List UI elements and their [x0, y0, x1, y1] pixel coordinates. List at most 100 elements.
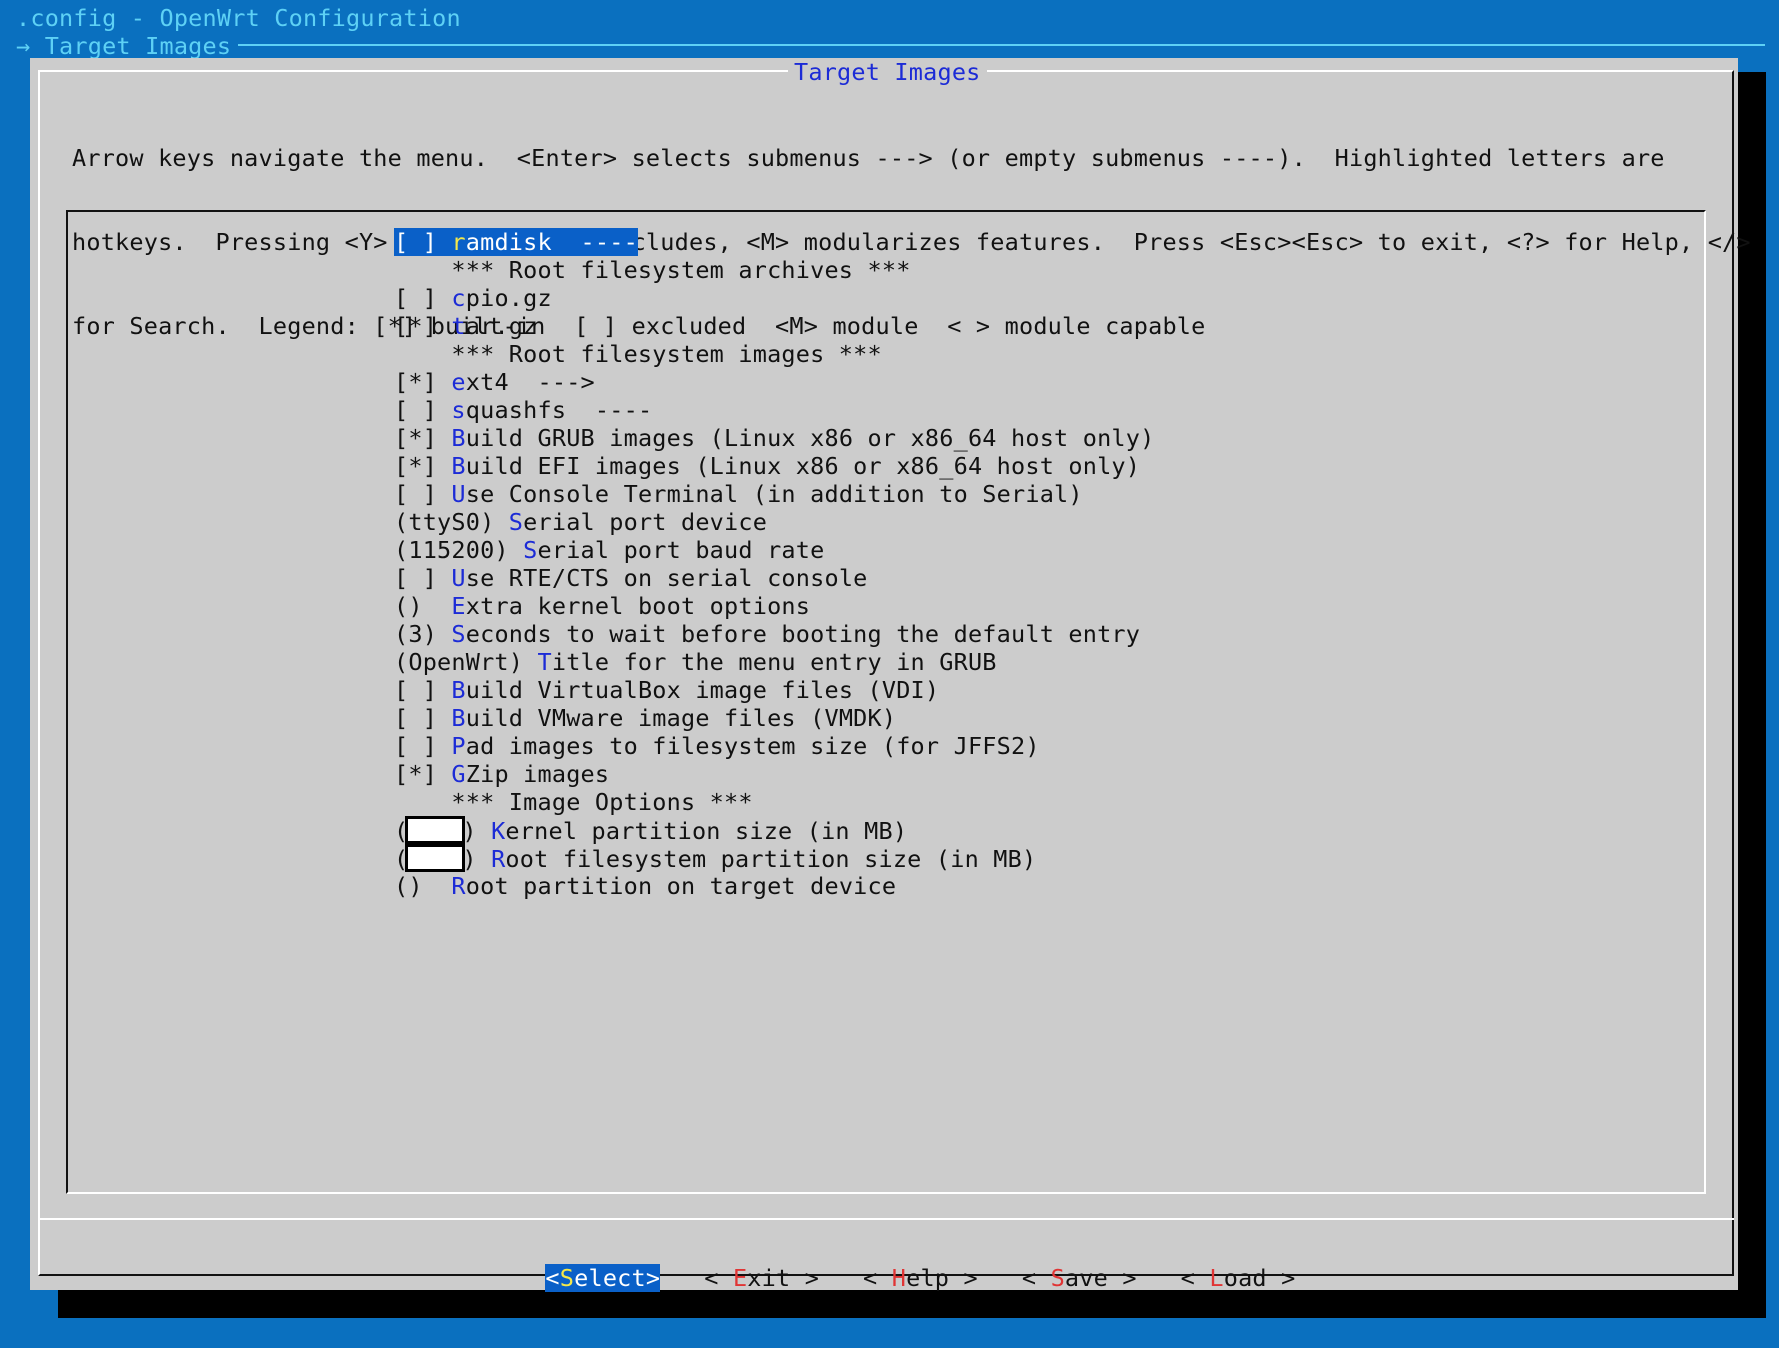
menu-item-value: [ ] [394, 228, 452, 256]
menu-item-label: ernel partition size (in MB) [505, 817, 908, 845]
menuconfig-dialog: Target Images Arrow keys navigate the me… [30, 58, 1751, 1292]
menu-item-label: itle for the menu entry in GRUB [551, 648, 997, 676]
select-button[interactable]: <Select> [545, 1264, 661, 1292]
menu-item-hotkey: E [451, 592, 466, 620]
menu-item[interactable]: [ ] cpio.gz [394, 284, 1154, 312]
menu-item[interactable]: [ ] squashfs ---- [394, 396, 1154, 424]
menu-item-value: (ttyS0) [394, 508, 509, 536]
menu-item[interactable]: () Extra kernel boot options [394, 592, 1154, 620]
menu-item[interactable]: [*] Build EFI images (Linux x86 or x86_6… [394, 452, 1154, 480]
menu-item-hotkey: B [451, 424, 466, 452]
menu-item[interactable]: () Root filesystem partition size (in MB… [394, 844, 1154, 873]
menu-item-label: uild VirtualBox image files (VDI) [465, 676, 940, 704]
selection-highlight: [ ] ramdisk ---- [394, 228, 638, 256]
menu-item[interactable]: () Root partition on target device [394, 872, 1154, 900]
menu-item: *** Image Options *** [394, 788, 1154, 816]
menu-item-value: (OpenWrt) [394, 648, 538, 676]
menu-item-value [394, 256, 451, 284]
menu-item-label: quashfs ---- [465, 396, 653, 424]
menu-item-hotkey: K [491, 817, 506, 845]
menu-item-label: Zip images [465, 760, 610, 788]
menu-item-value: [ ] [394, 732, 452, 760]
menu-item-hotkey: G [451, 760, 466, 788]
menu-item[interactable]: [ ] ramdisk ---- [394, 228, 1154, 256]
menu-item-hotkey: T [537, 648, 552, 676]
menu-item-label: *** Root filesystem images *** [451, 340, 882, 368]
menu-item-hotkey: s [451, 396, 466, 424]
menu-item-value: [*] [394, 424, 452, 452]
menu-item-hotkey: r [451, 228, 466, 256]
empty-value-field[interactable] [405, 816, 466, 844]
menu-item-hotkey: c [451, 284, 466, 312]
menu-item-label: ad images to filesystem size (for JFFS2) [465, 732, 1040, 760]
menu-item-hotkey: U [451, 564, 466, 592]
menu-item-value: [*] [394, 368, 452, 396]
dialog-title: Target Images [788, 58, 987, 86]
menu-item-value: [*] [394, 312, 452, 340]
menu-item-value [394, 788, 451, 816]
save-button[interactable]: < Save > [1022, 1264, 1137, 1292]
menu-item-hotkey: P [451, 732, 466, 760]
menu-item-label: xtra kernel boot options [465, 592, 811, 620]
menu-item-label: erial port baud rate [537, 536, 825, 564]
menu-item-label: ar.gz [465, 312, 538, 340]
menu-item-value [394, 340, 451, 368]
menu-item-value: [*] [394, 760, 452, 788]
menu-item-label: oot partition on target device [465, 872, 897, 900]
menu-item-hotkey: B [451, 452, 466, 480]
menu-item-hotkey: B [451, 704, 466, 732]
menu-item: *** Root filesystem archives *** [394, 256, 1154, 284]
menu-item-hotkey: B [451, 676, 466, 704]
menu-item[interactable]: (OpenWrt) Title for the menu entry in GR… [394, 648, 1154, 676]
menu-item-label: uild VMware image files (VMDK) [465, 704, 897, 732]
menu-item[interactable]: [*] GZip images [394, 760, 1154, 788]
menu-item-value: [ ] [394, 284, 452, 312]
menu-item[interactable]: () Kernel partition size (in MB) [394, 816, 1154, 845]
menu-item[interactable]: [ ] Build VirtualBox image files (VDI) [394, 676, 1154, 704]
menu-item-hotkey: R [451, 872, 466, 900]
load-button[interactable]: < Load > [1181, 1264, 1296, 1292]
button-separator [38, 1218, 1734, 1220]
menu-item-hotkey: S [451, 620, 466, 648]
menu-item-value: [ ] [394, 704, 452, 732]
menu-item-value: [ ] [394, 676, 452, 704]
menu-item[interactable]: [*] tar.gz [394, 312, 1154, 340]
menu-item-value: () [394, 592, 452, 620]
menu-item-label: oot filesystem partition size (in MB) [505, 845, 1037, 873]
menu-box: [ ] ramdisk ---- *** Root filesystem arc… [66, 210, 1706, 1194]
menu-item-label: xt4 ---> [465, 368, 595, 396]
menu-item[interactable]: [*] ext4 ---> [394, 368, 1154, 396]
menu-item[interactable]: [ ] Use RTE/CTS on serial console [394, 564, 1154, 592]
menu-item-value: ) [462, 845, 492, 873]
breadcrumb-rule [238, 44, 1765, 46]
menu-item-hotkey: t [451, 312, 466, 340]
menu-item-hotkey: S [523, 536, 538, 564]
menu-item-label: se Console Terminal (in addition to Seri… [465, 480, 1083, 508]
menu-item-label: se RTE/CTS on serial console [465, 564, 868, 592]
menu-item-label: pio.gz [465, 284, 552, 312]
menu-item-hotkey: S [508, 508, 524, 536]
window-title: .config - OpenWrt Configuration [16, 4, 461, 32]
menu-list: [ ] ramdisk ---- *** Root filesystem arc… [394, 228, 1154, 900]
menu-item-value: [ ] [394, 564, 452, 592]
exit-button[interactable]: < Exit > [704, 1264, 819, 1292]
menu-item-value: () [394, 872, 452, 900]
help-line: Arrow keys navigate the menu. <Enter> se… [72, 144, 1665, 172]
empty-value-field[interactable] [405, 844, 466, 872]
menu-item[interactable]: [ ] Pad images to filesystem size (for J… [394, 732, 1154, 760]
menu-item-hotkey: e [451, 368, 466, 396]
menu-item: *** Root filesystem images *** [394, 340, 1154, 368]
menu-item-label: amdisk ---- [465, 228, 638, 256]
menu-item-value: ) [462, 817, 492, 845]
menu-item[interactable]: (115200) Serial port baud rate [394, 536, 1154, 564]
breadcrumb: → Target Images [16, 32, 232, 60]
button-bar: <Select> < Exit > < Help > < Save > < Load > [488, 1236, 1339, 1320]
menu-item-label: erial port device [523, 508, 768, 536]
menu-item[interactable]: [ ] Build VMware image files (VMDK) [394, 704, 1154, 732]
help-button[interactable]: < Help > [863, 1264, 978, 1292]
menu-item[interactable]: [*] Build GRUB images (Linux x86 or x86_… [394, 424, 1154, 452]
menu-item[interactable]: (3) Seconds to wait before booting the d… [394, 620, 1154, 648]
menu-item[interactable]: [ ] Use Console Terminal (in addition to… [394, 480, 1154, 508]
menu-item[interactable]: (ttyS0) Serial port device [394, 508, 1154, 536]
menu-item-label: econds to wait before booting the defaul… [465, 620, 1141, 648]
